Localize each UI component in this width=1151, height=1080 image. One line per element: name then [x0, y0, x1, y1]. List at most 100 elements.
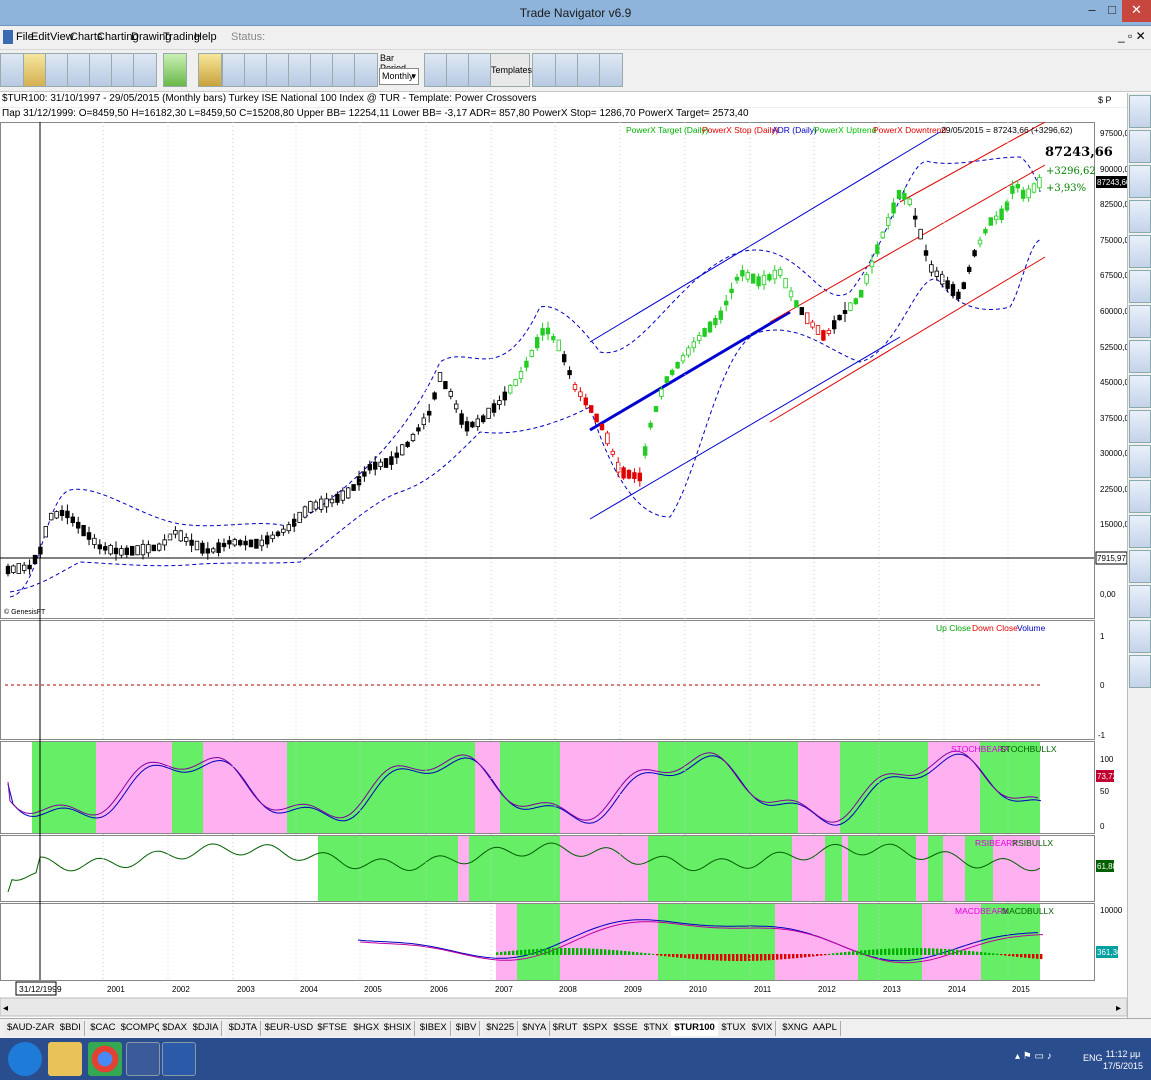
refresh-icon[interactable]	[532, 53, 556, 87]
list-icon[interactable]	[133, 53, 157, 87]
symbol-tab[interactable]: $TUX	[718, 1021, 750, 1036]
chrome-icon[interactable]	[88, 1042, 122, 1076]
symbol-tab[interactable]: AAPL	[809, 1021, 841, 1036]
chart-area[interactable]: PowerX Target (Daily) PowerX Stop (Daily…	[0, 122, 1127, 1018]
trendline-icon[interactable]	[1129, 445, 1151, 478]
symbol-tab[interactable]: $DAX	[159, 1021, 192, 1036]
trade-short-icon[interactable]	[244, 53, 268, 87]
language-indicator[interactable]: ENG	[1083, 1053, 1103, 1063]
trend-icon-4[interactable]	[332, 53, 356, 87]
text-icon[interactable]	[1129, 515, 1151, 548]
sp-buttons[interactable]: $ P	[1098, 95, 1112, 105]
bar-period-select[interactable]: Monthly ▾	[379, 68, 419, 85]
symbol-tab[interactable]: $IBEX	[416, 1021, 451, 1036]
price-bar-body	[205, 548, 210, 554]
symbol-tab[interactable]: $DJTA	[225, 1021, 261, 1036]
folder-icon[interactable]	[48, 1042, 82, 1076]
toolbar-tool-icon-1[interactable]	[0, 53, 24, 87]
symbol-tab[interactable]: $N225	[483, 1021, 519, 1036]
symbol-tab[interactable]: $FTSE	[314, 1021, 351, 1036]
drawing-tool-icon-6[interactable]	[1129, 375, 1151, 408]
symbol-tab[interactable]: $XNG	[779, 1021, 813, 1036]
crosshair-icon[interactable]	[1129, 95, 1151, 128]
zoom-bars-icon-2[interactable]	[577, 53, 601, 87]
zoom-in-icon[interactable]	[1129, 130, 1151, 163]
drawing-tool-icon-4[interactable]	[1129, 305, 1151, 338]
zoom-bars-icon-3[interactable]	[599, 53, 623, 87]
horizontal-scrollbar[interactable]	[0, 997, 1127, 1017]
drawing-tool-icon-2[interactable]	[1129, 235, 1151, 268]
symbol-tab[interactable]: $TUR100	[671, 1021, 719, 1036]
drawing-tool-icon-1[interactable]	[1129, 200, 1151, 233]
bars-icon[interactable]	[424, 53, 448, 87]
quote-icon[interactable]	[111, 53, 135, 87]
arrow-icon[interactable]	[1129, 480, 1151, 513]
fibonacci-icon-2[interactable]	[1129, 620, 1151, 653]
symbol-tab[interactable]: $HSIX	[380, 1021, 416, 1036]
indicator-zone	[792, 836, 825, 901]
scroll-left-icon[interactable]: ◂	[3, 1003, 8, 1014]
symbol-tab[interactable]: $RUT	[549, 1021, 582, 1036]
zoom-out-icon[interactable]	[1129, 165, 1151, 198]
symbol-tab[interactable]: $VIX	[748, 1021, 777, 1036]
templates-button[interactable]: Templates	[490, 53, 532, 87]
ellipse-icon[interactable]	[1129, 550, 1151, 583]
menu-edit[interactable]: Edit	[31, 31, 50, 43]
trend-icon-3[interactable]	[310, 53, 334, 87]
zoom-bars-icon-1[interactable]	[555, 53, 579, 87]
symbol-tab[interactable]: $NYA	[519, 1021, 551, 1036]
symbol-tab[interactable]: $TNX	[640, 1021, 673, 1036]
macd-histogram-bar	[540, 948, 543, 955]
word-icon[interactable]	[162, 1042, 196, 1076]
symbol-tab[interactable]: $SPX	[580, 1021, 612, 1036]
symbol-tab[interactable]: $EUR-USD	[261, 1021, 318, 1036]
symbol-tab[interactable]: $IBV	[452, 1021, 481, 1036]
trade-long-icon[interactable]	[222, 53, 246, 87]
candles-icon[interactable]	[446, 53, 470, 87]
menu-help[interactable]: Help	[194, 31, 217, 43]
symbol-tab[interactable]: $HGX	[350, 1021, 384, 1036]
tray-icons[interactable]: ▴ ⚑ ▭ ♪	[1015, 1051, 1052, 1062]
trend-icon-1[interactable]	[266, 53, 290, 87]
symbol-tab[interactable]: $DJIA	[189, 1021, 223, 1036]
year-tick-label: 2004	[300, 985, 318, 994]
price-bar-body	[756, 276, 761, 287]
channel-icon[interactable]	[1129, 655, 1151, 688]
close-button[interactable]: ✕	[1122, 0, 1151, 22]
macd-histogram-bar	[960, 950, 963, 955]
macd-histogram-bar	[600, 949, 603, 955]
bb-upper	[9, 156, 1041, 598]
chart-icon[interactable]	[89, 53, 113, 87]
macd-histogram-bar	[640, 952, 643, 955]
symbol-icon[interactable]	[354, 53, 378, 87]
scroll-right-icon[interactable]: ▸	[1116, 1003, 1121, 1014]
ie-icon[interactable]	[8, 1042, 42, 1076]
hand-icon[interactable]	[163, 53, 187, 87]
tools-icon[interactable]	[45, 53, 69, 87]
globe-icon[interactable]	[67, 53, 91, 87]
legend-powerx-stop: PowerX Stop (Daily)	[702, 125, 779, 135]
traffic-light-icon[interactable]	[23, 53, 47, 87]
symbol-tab[interactable]: $SSE	[610, 1021, 642, 1036]
price-bar-body	[486, 407, 491, 419]
vertical-line-icon[interactable]	[1129, 410, 1151, 443]
line-icon[interactable]	[468, 53, 492, 87]
symbol-tab[interactable]: $AUD-ZAR	[4, 1021, 59, 1036]
minimize-button[interactable]: –	[1082, 0, 1102, 22]
symbol-tab[interactable]: $BDI	[56, 1021, 85, 1036]
trade-navigator-icon[interactable]	[126, 1042, 160, 1076]
price-bar-body	[994, 215, 999, 221]
price-bar-body	[497, 400, 502, 406]
price-bar-body	[583, 397, 588, 406]
calculator-icon[interactable]	[198, 53, 222, 87]
symbol-tab[interactable]: $CAC	[87, 1021, 120, 1036]
macd-histogram-bar	[604, 949, 607, 955]
mdi-controls[interactable]: _ ▫ ✕	[1118, 29, 1146, 43]
year-tick-label: 2012	[818, 985, 836, 994]
trend-icon-2[interactable]	[288, 53, 312, 87]
clock[interactable]: 11:12 μμ 17/5/2015	[1103, 1048, 1143, 1072]
fibonacci-icon-1[interactable]	[1129, 585, 1151, 618]
drawing-tool-icon-3[interactable]	[1129, 270, 1151, 303]
drawing-tool-icon-5[interactable]	[1129, 340, 1151, 373]
maximize-button[interactable]: □	[1102, 0, 1122, 22]
